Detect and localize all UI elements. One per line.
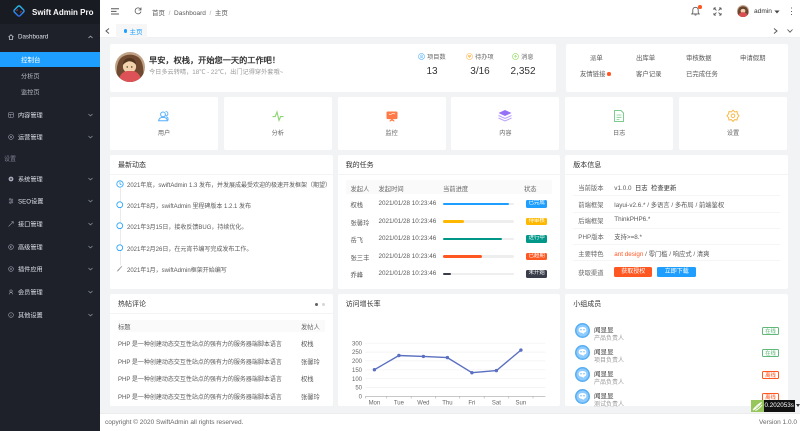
svg-text:Tue: Tue [393, 401, 404, 407]
svg-text:50: 50 [355, 386, 362, 392]
svg-text:Mon: Mon [368, 401, 380, 407]
svg-text:Wed: Wed [417, 401, 429, 407]
svg-text:100: 100 [352, 377, 363, 383]
svg-text:Sat: Sat [491, 401, 500, 407]
svg-text:Thu: Thu [442, 401, 452, 407]
svg-text:150: 150 [352, 368, 363, 374]
svg-text:200: 200 [352, 359, 363, 365]
svg-text:250: 250 [352, 350, 363, 356]
svg-text:Sun: Sun [515, 401, 526, 407]
svg-text:Fri: Fri [468, 401, 475, 407]
svg-text:300: 300 [352, 341, 363, 347]
svg-text:0: 0 [358, 395, 362, 401]
